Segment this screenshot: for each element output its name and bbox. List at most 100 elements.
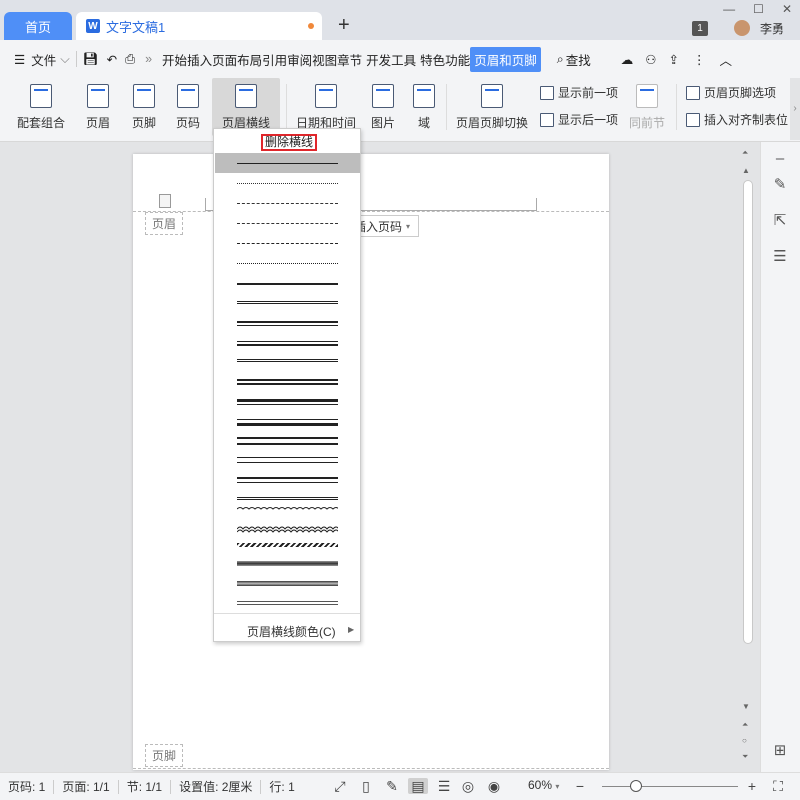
line-style-option[interactable] bbox=[237, 581, 338, 586]
menu-view[interactable]: 视图 bbox=[312, 50, 337, 69]
line-style-option[interactable] bbox=[237, 263, 338, 264]
undo-icon[interactable]: ↶ bbox=[107, 52, 117, 67]
window-count-badge[interactable]: 1 bbox=[692, 21, 708, 36]
menu-insert[interactable]: 插入 bbox=[187, 50, 212, 69]
share-users-icon[interactable]: ⚇ bbox=[645, 52, 656, 67]
image-button[interactable]: 图片 bbox=[364, 78, 402, 136]
wavy-line-style-option[interactable] bbox=[236, 503, 340, 513]
search-label[interactable]: 查找 bbox=[566, 50, 591, 69]
line-style-option[interactable] bbox=[237, 457, 338, 463]
pageno-button[interactable]: 页码 bbox=[170, 78, 206, 136]
line-style-option[interactable] bbox=[237, 223, 338, 224]
header-options-icon[interactable] bbox=[159, 194, 171, 208]
chevron-down-icon[interactable]: ⌵ bbox=[60, 52, 69, 67]
page-view-icon[interactable]: ▤ bbox=[408, 778, 428, 794]
ribbon-scroll-right-icon[interactable]: › bbox=[790, 78, 800, 140]
user-name[interactable]: 李勇 bbox=[760, 20, 784, 37]
close-icon[interactable]: ✕ bbox=[782, 2, 792, 16]
scroll-select-icon[interactable]: ○ bbox=[742, 736, 747, 745]
line-color-menu-item[interactable]: 页眉横线颜色(C) bbox=[247, 623, 336, 640]
document-page[interactable]: 页眉 插入页码 ▾ 页脚 bbox=[133, 154, 609, 770]
scroll-down-icon[interactable]: ▼ bbox=[742, 702, 750, 711]
edit-pen-icon[interactable]: ✎ bbox=[771, 176, 789, 194]
status-row[interactable]: 行: 1 bbox=[269, 778, 294, 795]
status-page-no[interactable]: 页码: 1 bbox=[8, 778, 45, 795]
same-section-button[interactable]: 同前节 bbox=[626, 78, 668, 136]
scroll-next-page-icon[interactable]: ⏷ bbox=[742, 752, 748, 762]
line-style-option[interactable] bbox=[237, 543, 338, 547]
wavy-line-style-option[interactable] bbox=[236, 523, 340, 533]
menu-special[interactable]: 特色功能 bbox=[420, 50, 470, 69]
hamburger-icon[interactable]: ☰ bbox=[14, 52, 25, 67]
read-mode-icon[interactable]: ▯ bbox=[358, 778, 374, 794]
show-next-button[interactable]: 显示后一项 bbox=[540, 111, 618, 128]
menu-references[interactable]: 引用 bbox=[262, 50, 287, 69]
print-icon[interactable]: ⎙ bbox=[125, 52, 135, 67]
line-style-option[interactable] bbox=[237, 437, 338, 445]
outline-view-icon[interactable]: ☰ bbox=[436, 778, 452, 794]
hf-options-button[interactable]: 页眉页脚选项 bbox=[686, 84, 776, 101]
line-style-option[interactable] bbox=[237, 203, 338, 204]
save-icon[interactable]: 💾︎ bbox=[83, 52, 99, 67]
menu-chapter[interactable]: 章节 bbox=[337, 50, 362, 69]
settings-sliders-icon[interactable]: ☰ bbox=[771, 248, 789, 266]
fit-page-icon[interactable]: ⛶ bbox=[770, 778, 786, 794]
fullscreen-icon[interactable]: ⤢ bbox=[332, 778, 348, 794]
line-style-option[interactable] bbox=[237, 359, 338, 365]
line-style-option[interactable] bbox=[237, 561, 338, 566]
eye-protect-icon[interactable]: ◉ bbox=[486, 778, 502, 794]
cloud-icon[interactable]: ☁ bbox=[621, 52, 634, 67]
status-setting[interactable]: 设置值: 2厘米 bbox=[179, 778, 252, 795]
more-quick-icon[interactable]: » bbox=[145, 52, 152, 66]
line-style-option[interactable] bbox=[237, 283, 338, 287]
menu-file[interactable]: 文件 bbox=[31, 50, 56, 69]
write-mode-icon[interactable]: ✎ bbox=[384, 778, 400, 794]
grid-apps-icon[interactable]: ⊞ bbox=[771, 742, 789, 760]
line-style-option[interactable] bbox=[237, 243, 338, 244]
footer-button[interactable]: 页脚 bbox=[126, 78, 162, 136]
line-style-option[interactable] bbox=[237, 321, 338, 326]
status-pages[interactable]: 页面: 1/1 bbox=[62, 778, 109, 795]
line-style-option[interactable] bbox=[237, 601, 338, 605]
line-style-option[interactable] bbox=[237, 301, 338, 306]
zoom-out-icon[interactable]: − bbox=[572, 778, 588, 794]
menu-layout[interactable]: 页面布局 bbox=[212, 50, 262, 69]
menu-header-footer[interactable]: 页眉和页脚 bbox=[470, 46, 541, 72]
line-style-option[interactable] bbox=[237, 419, 338, 426]
switch-button[interactable]: 页眉页脚切换 bbox=[454, 78, 530, 136]
status-section[interactable]: 节: 1/1 bbox=[127, 778, 162, 795]
select-cursor-icon[interactable]: ⇱ bbox=[771, 212, 789, 230]
scroll-up-double-icon[interactable]: ⏶ bbox=[742, 148, 748, 158]
collapse-ribbon-icon[interactable]: ︿ bbox=[719, 50, 732, 69]
scrollbar-thumb[interactable] bbox=[743, 180, 753, 644]
line-style-option[interactable] bbox=[237, 477, 338, 483]
show-prev-button[interactable]: 显示前一项 bbox=[540, 84, 618, 101]
web-view-icon[interactable]: ◎ bbox=[460, 778, 476, 794]
line-style-option[interactable] bbox=[237, 341, 338, 346]
share-icon[interactable]: ⇪ bbox=[668, 52, 678, 67]
zoom-slider-knob[interactable] bbox=[630, 780, 642, 792]
tab-home[interactable]: 首页 bbox=[4, 12, 72, 40]
scroll-prev-page-icon[interactable]: ⏶ bbox=[742, 720, 748, 730]
maximize-icon[interactable]: ☐ bbox=[753, 2, 764, 16]
search-icon[interactable]: ⌕ bbox=[557, 52, 564, 67]
insert-align-button[interactable]: 插入对齐制表位 bbox=[686, 111, 788, 128]
zoom-slider-track[interactable] bbox=[602, 786, 738, 787]
minimize-icon[interactable]: — bbox=[723, 2, 735, 16]
menu-start[interactable]: 开始 bbox=[162, 50, 187, 69]
tab-document[interactable]: W 文字文稿1 bbox=[76, 12, 322, 40]
zoom-in-icon[interactable]: + bbox=[744, 778, 760, 794]
header-button[interactable]: 页眉 bbox=[80, 78, 116, 136]
avatar[interactable] bbox=[734, 20, 750, 36]
zoom-level[interactable]: 60% ▾ bbox=[528, 778, 559, 792]
line-style-option[interactable] bbox=[237, 183, 338, 184]
new-tab-button[interactable]: + bbox=[338, 14, 350, 37]
menu-developer[interactable]: 开发工具 bbox=[366, 50, 416, 69]
menu-review[interactable]: 审阅 bbox=[287, 50, 312, 69]
delete-line-button[interactable]: 删除横线 bbox=[261, 134, 318, 151]
scroll-up-icon[interactable]: ▲ bbox=[742, 166, 750, 175]
more-icon[interactable]: ⋮ bbox=[693, 52, 706, 67]
line-style-option[interactable] bbox=[237, 399, 338, 405]
collapse-panel-icon[interactable]: – bbox=[771, 150, 789, 168]
field-button[interactable]: 域 bbox=[410, 78, 438, 136]
